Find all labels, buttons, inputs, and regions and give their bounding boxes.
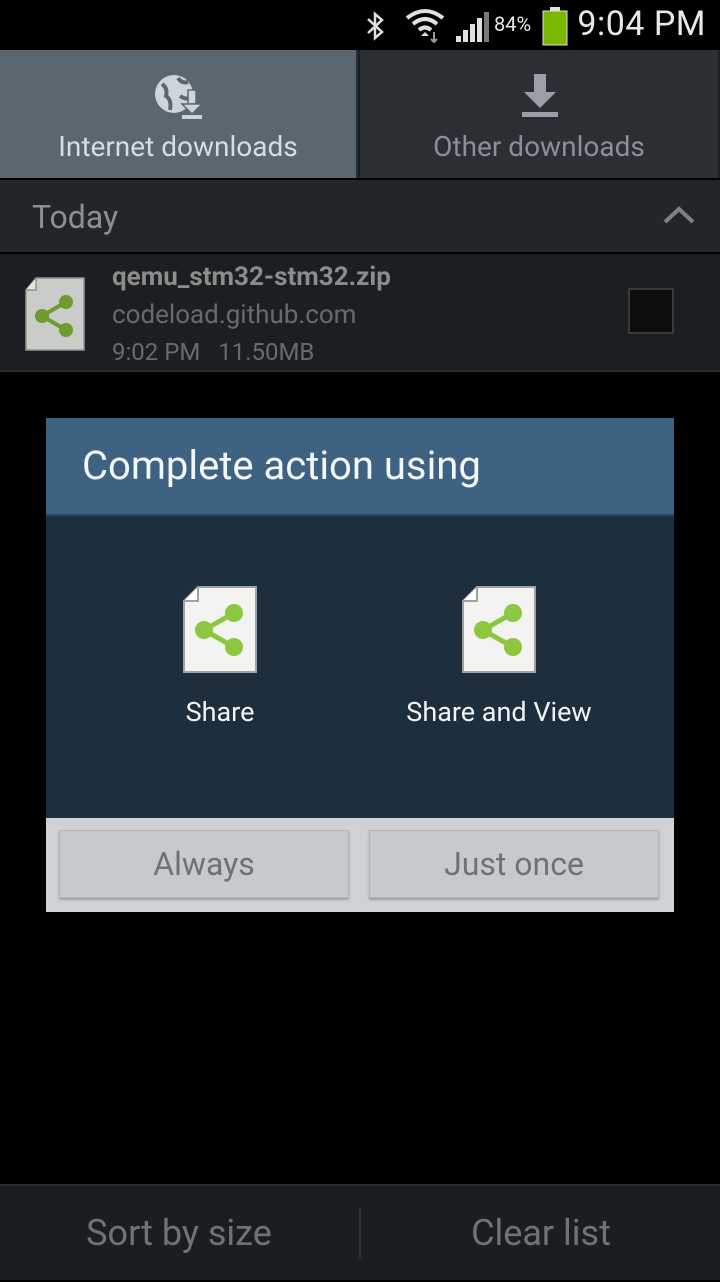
tab-internet-downloads[interactable]: Internet downloads [0,50,358,178]
dialog-button-bar: Always Just once [46,818,674,912]
signal-icon [456,12,489,42]
tab-other-downloads[interactable]: Other downloads [360,50,718,178]
share-file-icon [25,277,85,351]
file-size: 11.50MB [218,338,315,366]
file-name: qemu_stm32-stm32.zip [112,262,391,292]
divider [359,1208,361,1258]
globe-download-icon [155,75,204,119]
dialog-header: Complete action using [46,418,674,514]
complete-action-dialog: Complete action using Share Share and Vi… [46,418,674,912]
download-list-item[interactable]: qemu_stm32-stm32.zip codeload.github.com… [0,254,720,372]
download-arrow-icon [522,74,558,117]
bottom-action-bar: Sort by size Clear list [0,1184,720,1280]
option-share-and-view[interactable]: Share and View [349,516,649,820]
tab-label: Internet downloads [58,130,298,163]
status-bar: 84% 9:04 PM [0,0,720,50]
battery-icon [542,7,568,46]
sort-by-size-button[interactable]: Sort by size [0,1186,358,1282]
file-source: codeload.github.com [112,300,357,330]
dialog-options: Share Share and View [46,514,674,818]
chevron-up-icon[interactable] [662,204,696,226]
battery-percent: 84% [494,12,532,36]
option-label: Share and View [406,696,592,728]
select-checkbox[interactable] [628,288,674,334]
section-title: Today [32,198,119,236]
status-time: 9:04 PM [577,4,706,44]
file-time: 9:02 PM [112,338,201,366]
option-share[interactable]: Share [70,516,370,820]
share-file-icon [183,586,257,673]
always-button[interactable]: Always [59,830,349,898]
clear-list-button[interactable]: Clear list [362,1186,720,1282]
option-label: Share [185,696,255,728]
wifi-icon [405,9,445,44]
just-once-button[interactable]: Just once [369,830,659,898]
download-tabs: Internet downloads Other downloads [0,50,720,178]
bluetooth-icon [367,11,384,41]
section-header-today[interactable]: Today [0,180,720,252]
dialog-title: Complete action using [82,442,481,489]
tab-label: Other downloads [433,130,645,163]
file-meta: 9:02 PM 11.50MB [112,338,314,366]
share-file-icon [462,586,536,673]
